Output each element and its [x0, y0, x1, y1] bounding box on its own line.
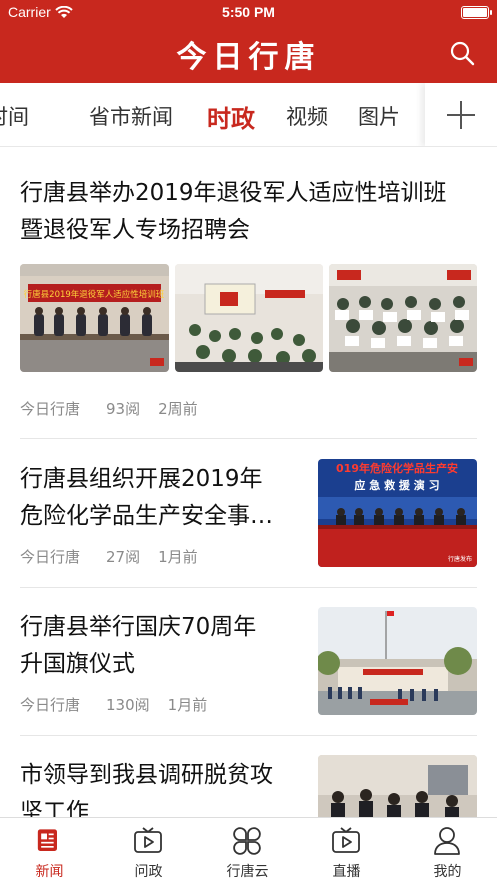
battery-icon: [461, 6, 492, 19]
channel-tabs: 时间 省市新闻 时政 视频 图片: [0, 83, 497, 147]
article-title-line: 行唐县举行国庆70周年: [20, 614, 257, 640]
tab-video[interactable]: 视频: [286, 101, 328, 131]
article-source: 今日行唐: [20, 548, 81, 566]
article-reads: 27阅: [106, 548, 141, 566]
article-title-line: 危险化学品生产安全事…: [20, 503, 273, 529]
tv-play-icon: [134, 827, 162, 853]
tabs-fade: [411, 83, 425, 146]
app-header: Carrier 5:50 PM 今日行唐: [0, 0, 497, 83]
live-tv-icon: [332, 827, 360, 853]
divider: [20, 587, 477, 588]
tabbar-news[interactable]: 新闻: [0, 818, 99, 883]
divider: [20, 735, 477, 736]
tabbar-cloud-label: 行唐云: [226, 864, 269, 880]
banner-text: 019年危险化学品生产安: [336, 461, 458, 475]
article-title: 行唐县组织开展2019年 危险化学品生产安全事…: [20, 461, 300, 535]
tabbar-profile-label: 我的: [433, 864, 462, 880]
article-meta: 今日行唐 130阅 1月前: [20, 694, 207, 715]
tab-politics[interactable]: 时政: [207, 99, 255, 134]
article-title-line: 暨退役军人专场招聘会: [20, 217, 250, 243]
article-title: 行唐县举办2019年退役军人适应性培训班 暨退役军人专场招聘会: [20, 175, 480, 249]
tab-provincial-news[interactable]: 省市新闻: [89, 101, 173, 131]
article-title-line: 升国旗仪式: [20, 651, 135, 677]
article-thumbnail: [329, 264, 477, 372]
article-meta: 今日行唐 27阅 1月前: [20, 546, 198, 567]
article-meta: 今日行唐 93阅 2周前: [20, 398, 198, 419]
status-bar: Carrier 5:50 PM: [0, 0, 497, 26]
tabbar-wenzheng[interactable]: 问政: [99, 818, 198, 883]
article-time: 1月前: [158, 548, 198, 566]
article-title: 行唐县举行国庆70周年 升国旗仪式: [20, 609, 300, 683]
app-title: 今日行唐: [176, 40, 321, 75]
bottom-tab-bar: 新闻 问政 行唐云 直播 我的: [0, 817, 497, 883]
article-thumbnail: [175, 264, 323, 372]
article-time: 1月前: [167, 696, 208, 714]
article-source: 今日行唐: [20, 696, 81, 714]
watermark-text: 行唐发布: [448, 555, 472, 563]
clover-grid-icon: [233, 827, 261, 855]
tabbar-wenzheng-label: 问政: [134, 864, 163, 880]
tabbar-live-label: 直播: [332, 864, 361, 880]
tab-pictures[interactable]: 图片: [358, 101, 400, 131]
divider: [20, 438, 477, 439]
article-thumbnail: [318, 607, 477, 715]
article-time: 2周前: [158, 400, 198, 418]
add-channel-button[interactable]: [425, 83, 497, 146]
tabbar-cloud[interactable]: 行唐云: [198, 818, 297, 883]
banner-text: 应 急 救 援 演 习: [354, 478, 439, 492]
status-time: 5:50 PM: [222, 4, 275, 20]
tab-time[interactable]: 时间: [0, 101, 29, 131]
person-icon: [434, 827, 460, 855]
article-title-line: 市领导到我县调研脱贫攻: [20, 762, 273, 788]
article-thumbnail: 019年危险化学品生产安 应 急 救 援 演 习 行唐发布: [318, 459, 477, 567]
tabbar-news-label: 新闻: [35, 864, 64, 880]
article-reads: 93阅: [106, 400, 141, 418]
tabbar-live[interactable]: 直播: [297, 818, 396, 883]
banner-text: 行唐县2019年退役军人适应性培训班: [24, 289, 165, 300]
news-icon: [37, 829, 57, 851]
article-thumbnail: 行唐县2019年退役军人适应性培训班: [20, 264, 169, 372]
search-icon[interactable]: [449, 40, 475, 66]
article-title-line: 行唐县组织开展2019年: [20, 466, 263, 492]
article-reads: 130阅: [106, 696, 150, 714]
tabbar-profile[interactable]: 我的: [398, 818, 497, 883]
article-source: 今日行唐: [20, 400, 81, 418]
article-title-line: 行唐县举办2019年退役军人适应性培训班: [20, 180, 447, 206]
